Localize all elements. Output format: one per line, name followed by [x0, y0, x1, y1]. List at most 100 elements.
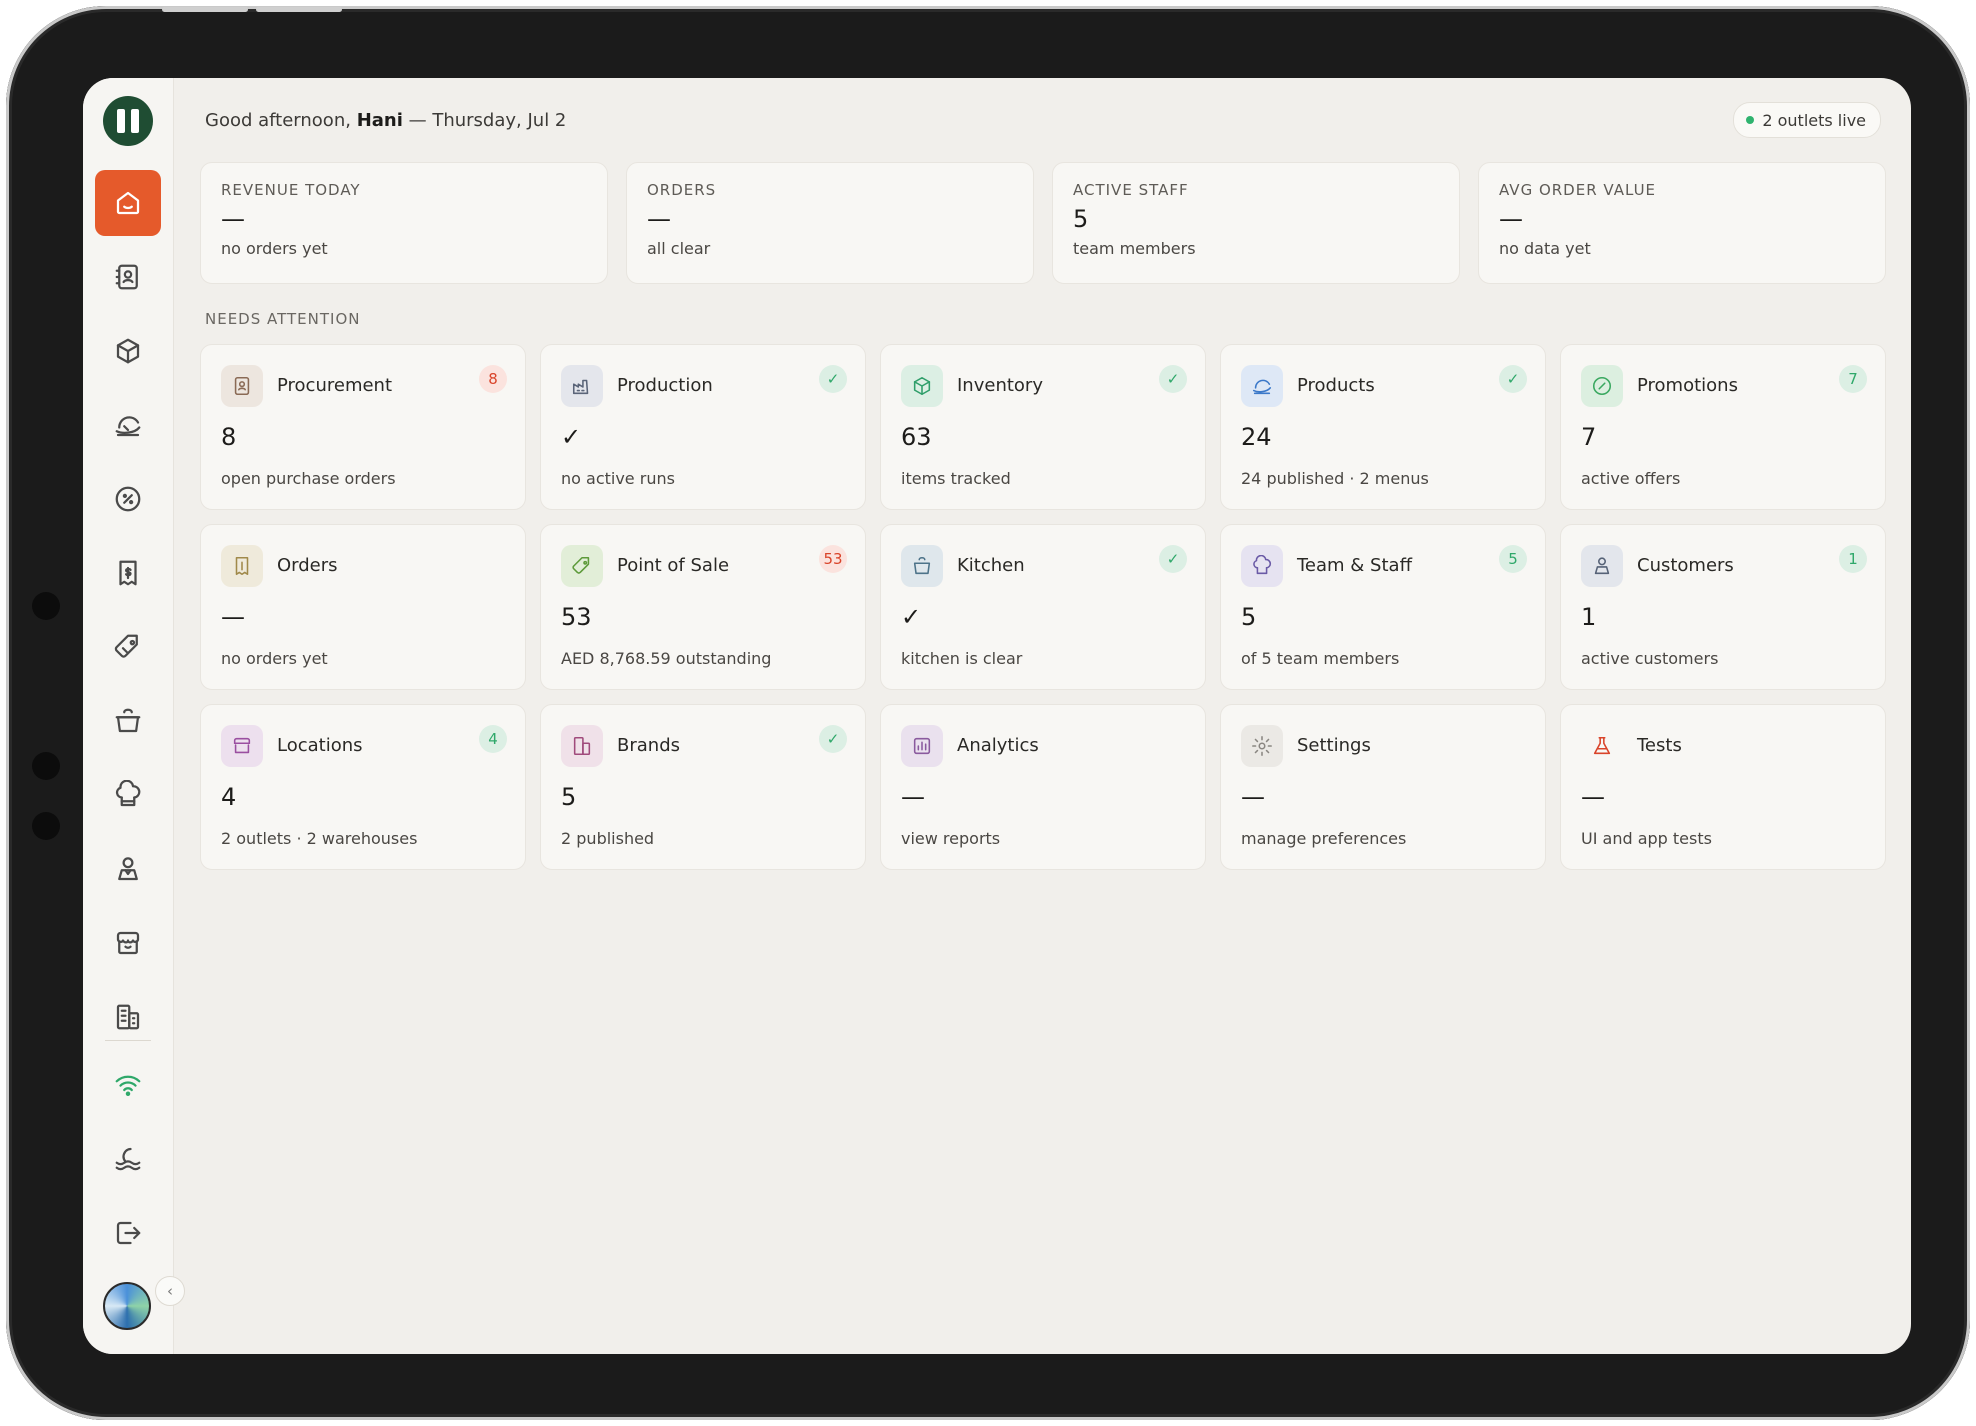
greeting: Good afternoon, Hani — Thursday, Jul 2 [205, 110, 566, 131]
contacts-icon [115, 264, 138, 290]
card-team-staff[interactable]: Team & Staff 5 5 of 5 team members [1220, 524, 1546, 690]
card-analytics[interactable]: Analytics — view reports [880, 704, 1206, 870]
outlets-live-label: 2 outlets live [1762, 110, 1866, 130]
avatar[interactable] [103, 1282, 151, 1330]
sidebar-item-inventory[interactable] [95, 318, 161, 384]
card-subtext: manage preferences [1241, 829, 1407, 848]
volume-button [162, 7, 248, 12]
customers-tile-icon [1581, 545, 1623, 587]
chevron-left-icon: ‹ [167, 1282, 173, 1300]
card-title: Customers [1637, 555, 1734, 576]
sidebar-item-orders[interactable] [95, 540, 161, 606]
card-value: 5 [561, 783, 577, 811]
card-title: Procurement [277, 375, 393, 396]
card-badge: ✓ [819, 365, 847, 393]
card-subtext: 2 published [561, 829, 655, 848]
card-subtext: view reports [901, 829, 1001, 848]
sidebar-item-promotions[interactable] [95, 466, 161, 532]
stat-card-avg-order-value[interactable]: AVG ORDER VALUE — no data yet [1478, 162, 1886, 284]
card-title: Production [617, 375, 713, 396]
card-locations[interactable]: Locations 4 4 2 outlets · 2 warehouses [200, 704, 526, 870]
card-subtext: UI and app tests [1581, 829, 1712, 848]
card-procurement[interactable]: Procurement 8 8 open purchase orders [200, 344, 526, 510]
sidebar-divider [105, 1040, 151, 1041]
camera-dot [32, 812, 60, 840]
point-of-sale-tile-icon [561, 545, 603, 587]
card-products[interactable]: Products ✓ 24 24 published · 2 menus [1220, 344, 1546, 510]
chef-hat-icon [1253, 555, 1272, 575]
sidebar-item-team-staff[interactable] [95, 762, 161, 828]
card-value: 5 [1241, 603, 1257, 631]
card-inventory[interactable]: Inventory ✓ 63 items tracked [880, 344, 1206, 510]
card-value: — [901, 783, 925, 811]
card-title: Brands [617, 735, 680, 756]
buildings-icon [573, 736, 591, 756]
home-icon [116, 191, 140, 215]
card-title: Analytics [957, 735, 1039, 756]
card-value: 24 [1241, 423, 1272, 451]
sidebar-item-customers[interactable] [95, 836, 161, 902]
card-value: ✓ [561, 423, 582, 451]
card-production[interactable]: Production ✓ ✓ no active runs [540, 344, 866, 510]
stat-label: AVG ORDER VALUE [1499, 181, 1657, 199]
card-orders[interactable]: Orders — no orders yet [200, 524, 526, 690]
card-promotions[interactable]: Promotions 7 7 active offers [1560, 344, 1886, 510]
sidebar-item-kitchen[interactable] [95, 688, 161, 754]
receipt-icon [235, 556, 249, 576]
app-screen: ‹ Good afternoon, Hani — Thursday, Jul 2… [83, 78, 1911, 1354]
settings-tile-icon [1241, 725, 1283, 767]
team-staff-tile-icon [1241, 545, 1283, 587]
stat-value: 5 [1073, 205, 1089, 233]
card-subtext: items tracked [901, 469, 1011, 488]
card-title: Orders [277, 555, 338, 576]
logout-icon [116, 1221, 141, 1245]
card-subtext: of 5 team members [1241, 649, 1400, 668]
kitchen-tile-icon [901, 545, 943, 587]
promotions-tile-icon [1581, 365, 1623, 407]
greeting-date: — Thursday, Jul 2 [408, 110, 567, 131]
sidebar-item-home[interactable] [95, 170, 161, 236]
percent-badge-icon [1592, 376, 1612, 396]
sidebar-item-locations[interactable] [95, 910, 161, 976]
card-point-of-sale[interactable]: Point of Sale 53 53 AED 8,768.59 outstan… [540, 524, 866, 690]
stat-card-revenue[interactable]: REVENUE TODAY — no orders yet [200, 162, 608, 284]
card-value: — [1581, 783, 1605, 811]
cooking-pot-icon [913, 556, 931, 575]
card-badge: ✓ [1159, 545, 1187, 573]
card-value: ✓ [901, 603, 922, 631]
sidebar-item-products[interactable] [95, 392, 161, 458]
sidebar-item-logout[interactable] [95, 1200, 161, 1266]
sidebar-item-theme[interactable] [95, 1126, 161, 1192]
card-badge: 53 [819, 545, 847, 573]
card-tests[interactable]: Tests — UI and app tests [1560, 704, 1886, 870]
satellite-dish-icon [115, 416, 141, 437]
tablet-frame: ‹ Good afternoon, Hani — Thursday, Jul 2… [6, 6, 1970, 1420]
stat-label: REVENUE TODAY [221, 181, 361, 199]
chef-hat-icon [115, 780, 141, 807]
card-value: 53 [561, 603, 592, 631]
stat-value: — [647, 205, 671, 233]
store-icon [233, 737, 251, 754]
card-brands[interactable]: Brands ✓ 5 2 published [540, 704, 866, 870]
card-title: Inventory [957, 375, 1043, 396]
procurement-tile-icon [221, 365, 263, 407]
satellite-dish-icon [1252, 379, 1272, 395]
collapse-sidebar-button[interactable]: ‹ [155, 1276, 185, 1306]
sidebar-item-connectivity[interactable] [95, 1052, 161, 1118]
stat-value: — [1499, 205, 1523, 233]
stat-label: ORDERS [647, 181, 717, 199]
card-subtext: open purchase orders [221, 469, 396, 488]
app-logo[interactable] [103, 96, 153, 146]
stat-card-active-staff[interactable]: ACTIVE STAFF 5 team members [1052, 162, 1460, 284]
locations-tile-icon [221, 725, 263, 767]
gear-icon [1252, 736, 1272, 756]
card-value: 4 [221, 783, 237, 811]
card-kitchen[interactable]: Kitchen ✓ ✓ kitchen is clear [880, 524, 1206, 690]
card-settings[interactable]: Settings — manage preferences [1220, 704, 1546, 870]
card-customers[interactable]: Customers 1 1 active customers [1560, 524, 1886, 690]
sidebar-item-point-of-sale[interactable] [95, 614, 161, 680]
sidebar-item-contacts[interactable] [95, 244, 161, 310]
card-title: Promotions [1637, 375, 1738, 396]
stat-card-orders[interactable]: ORDERS — all clear [626, 162, 1034, 284]
outlets-live-pill[interactable]: 2 outlets live [1733, 102, 1881, 138]
